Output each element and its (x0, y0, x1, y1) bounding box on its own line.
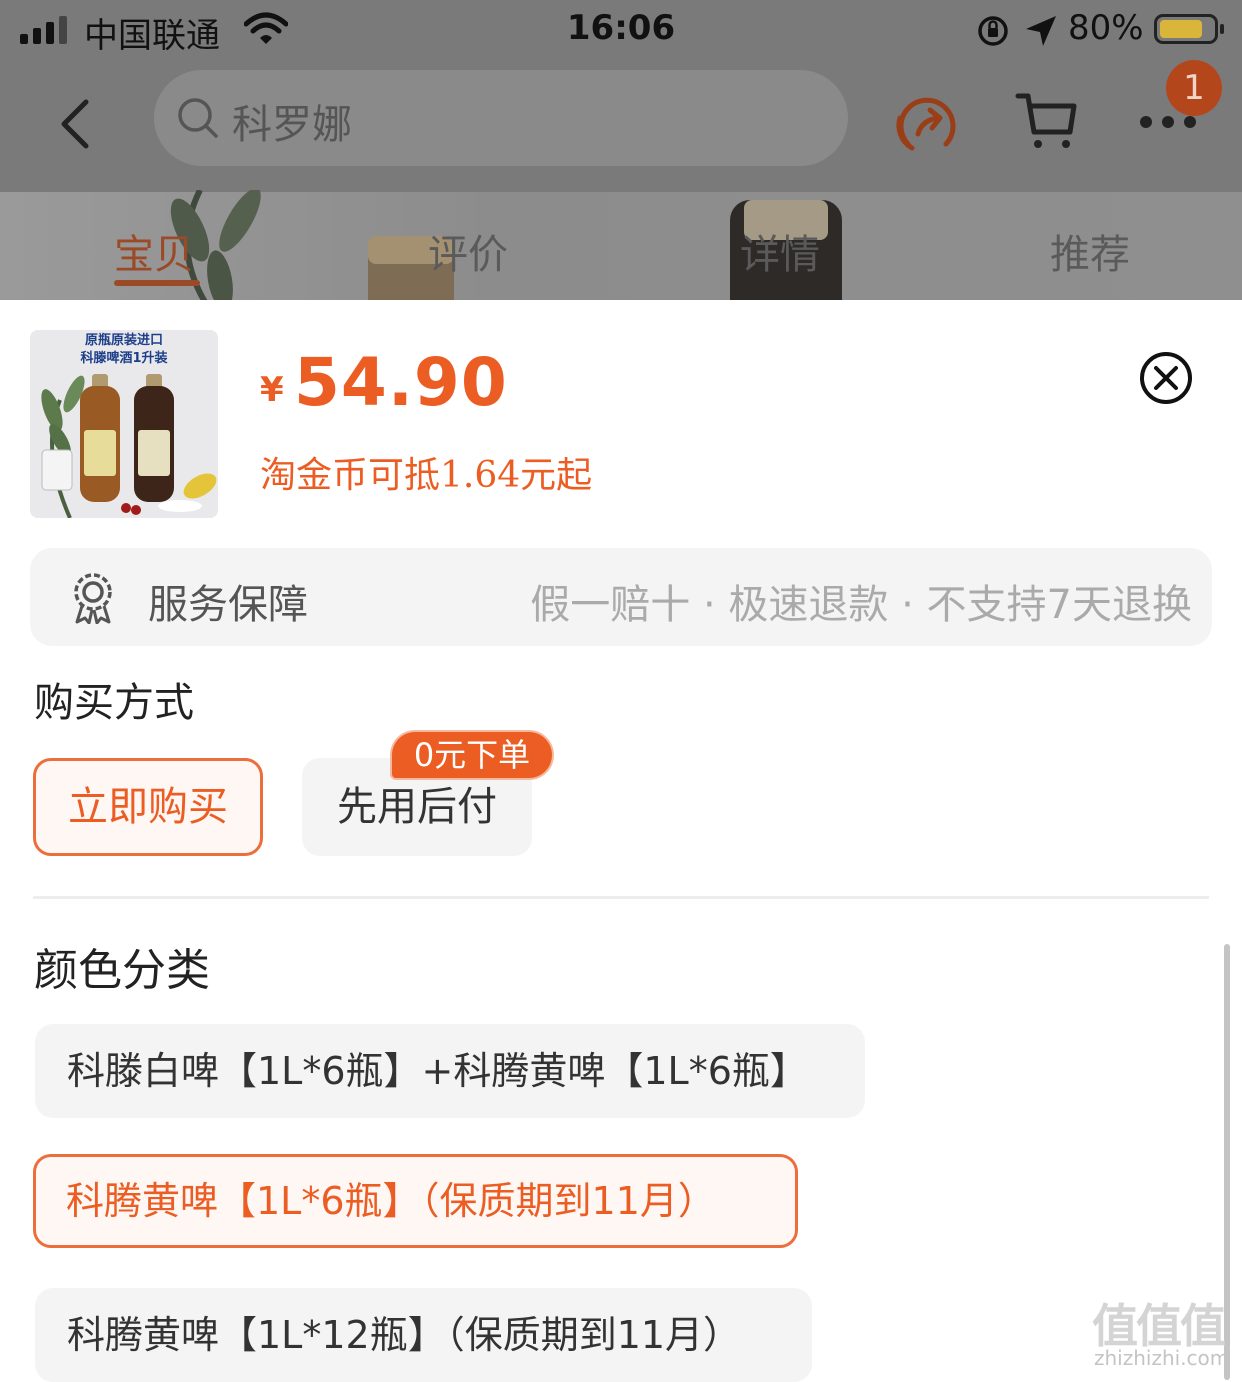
location-icon (1026, 16, 1056, 46)
tab-baobei[interactable]: 宝贝 (114, 222, 194, 280)
sku-option-3[interactable]: 科腾黄啤【1L*12瓶】（保质期到11月） (35, 1288, 812, 1382)
buy-now-option[interactable]: 立即购买 (33, 758, 263, 856)
watermark: 值值值 zhizhizhi.com (1092, 1290, 1238, 1380)
battery-level-fill (1160, 20, 1202, 38)
search-icon (178, 98, 218, 138)
currency-symbol: ¥ (260, 370, 284, 410)
active-tab-indicator (114, 280, 200, 286)
sku-option-2[interactable]: 科腾黄啤【1L*6瓶】（保质期到11月） (33, 1154, 798, 1248)
thumbnail-caption: 原瓶原装进口 科滕啤酒1升装 (30, 332, 218, 368)
tab-recommend[interactable]: 推荐 (1050, 222, 1130, 280)
tab-details[interactable]: 详情 (740, 222, 820, 280)
service-detail: 假一赔十 · 极速退款 · 不支持7天退换 (530, 582, 1192, 628)
sku-option-1[interactable]: 科滕白啤【1L*6瓶】+科腾黄啤【1L*6瓶】 (35, 1024, 865, 1118)
purchase-method-heading: 购买方式 (34, 680, 194, 720)
watermark-url: zhizhizhi.com (1094, 1346, 1230, 1370)
section-divider (33, 896, 1209, 899)
coin-discount-note: 淘金币可抵1.64元起 (260, 455, 593, 496)
status-bar: 中国联通 16:06 80% (0, 0, 1242, 64)
thumbnail-caption-line-2: 科滕啤酒1升装 (80, 351, 168, 366)
thumbnail-caption-line-1: 原瓶原装进口 (84, 333, 163, 348)
color-category-heading: 颜色分类 (34, 945, 210, 996)
share-icon[interactable] (894, 92, 960, 158)
battery-icon (1154, 14, 1224, 44)
service-title: 服务保障 (148, 582, 308, 628)
notification-badge: 1 (1166, 60, 1222, 116)
close-icon[interactable] (1138, 350, 1194, 406)
background-page: 中国联通 16:06 80% 科罗娜 1 宝贝 评价 详情 推荐 (0, 0, 1242, 300)
search-bar[interactable]: 科罗娜 (154, 70, 848, 166)
price-value: 54.90 (294, 344, 508, 421)
cart-icon[interactable] (1014, 88, 1080, 154)
back-arrow-icon[interactable] (52, 96, 98, 152)
sku-sheet: 原瓶原装进口 科滕啤酒1升装 ¥ 54.90 淘金币可抵1.64元起 服务保障 … (0, 300, 1242, 1382)
battery-percent: 80% (1068, 8, 1144, 48)
zero-yuan-tag: 0元下单 (392, 732, 552, 778)
search-query: 科罗娜 (232, 102, 352, 148)
product-thumbnail[interactable]: 原瓶原装进口 科滕啤酒1升装 (30, 330, 218, 518)
guarantee-badge-icon (74, 573, 112, 624)
rotation-lock-icon (978, 16, 1008, 46)
tab-reviews[interactable]: 评价 (428, 222, 508, 280)
service-guarantee-row[interactable]: 服务保障 假一赔十 · 极速退款 · 不支持7天退换 (30, 548, 1212, 646)
